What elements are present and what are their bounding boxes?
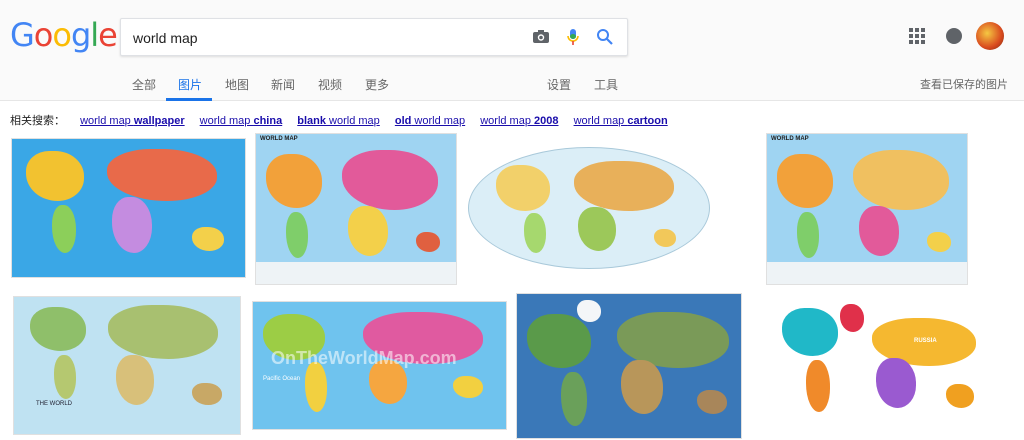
related-link-blank[interactable]: blank world map [297,115,380,127]
logo-letter: l [90,16,99,54]
tab-all[interactable]: 全部 [132,76,156,93]
related-link-old[interactable]: old world map [395,115,465,127]
tab-more[interactable]: 更多 [365,76,389,93]
logo-letter: o [33,16,54,54]
thumb-label: RUSSIA [914,338,937,344]
image-result-8[interactable]: RUSSIA [776,298,990,423]
tab-news[interactable]: 新闻 [271,76,295,93]
search-icon[interactable] [595,27,615,47]
thumb-watermark: OnTheWorldMap.com [271,348,457,368]
image-result-2[interactable]: WORLD MAP [255,133,457,285]
image-result-4[interactable]: WORLD MAP [766,133,968,285]
image-result-5[interactable]: THE WORLD [13,296,241,435]
saved-images-link[interactable]: 查看已保存的图片 [920,76,1008,92]
tab-maps[interactable]: 地图 [225,76,249,93]
related-prefix: 相关搜索： [10,115,65,127]
logo-letter: g [70,16,91,54]
thumb-label: THE WORLD [36,401,72,407]
related-link-china[interactable]: world map china [200,115,283,127]
image-result-3[interactable] [466,143,713,271]
search-input[interactable] [131,19,525,57]
logo-letter: e [98,16,118,54]
image-result-7[interactable] [516,293,742,439]
apps-grid-icon[interactable] [909,28,925,44]
tab-images[interactable]: 图片 [178,76,202,93]
camera-icon[interactable] [531,27,551,47]
tab-tools[interactable]: 工具 [594,76,618,93]
mic-icon[interactable] [563,27,583,47]
image-result-6[interactable]: OnTheWorldMap.com Pacific Ocean [252,301,507,430]
google-logo[interactable]: Google [10,16,118,54]
related-link-2008[interactable]: world map 2008 [480,115,558,127]
notifications-icon[interactable] [946,28,962,44]
related-link-wallpaper[interactable]: world map wallpaper [80,115,185,127]
search-box [120,18,628,57]
tab-videos[interactable]: 视频 [318,76,342,93]
tab-settings[interactable]: 设置 [547,76,571,93]
avatar[interactable] [976,22,1004,50]
image-result-1[interactable] [11,138,246,278]
thumb-label: WORLD MAP [260,136,298,142]
search-tabs: 全部 图片 地图 新闻 视频 更多 设置 工具 [0,70,1024,100]
thumb-label: Pacific Ocean [263,376,301,382]
top-header: Google 全部 图片 地图 新闻 视频 更多 设置 工具 [0,0,1024,101]
thumb-label: WORLD MAP [771,136,809,142]
logo-letter: o [52,16,72,54]
related-searches: 相关搜索： world map wallpaper world map chin… [10,112,668,128]
active-tab-indicator [166,98,212,101]
related-link-cartoon[interactable]: world map cartoon [574,115,668,127]
logo-letter: G [10,16,35,54]
